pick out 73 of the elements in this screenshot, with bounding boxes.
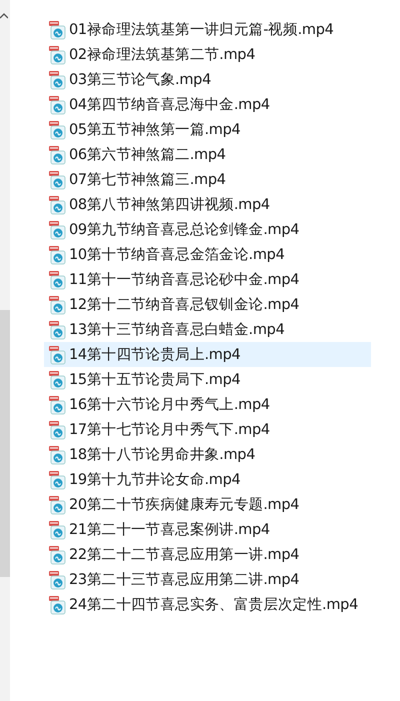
file-item[interactable]: 13第十三节纳音喜忌白蜡金.mp4 [44,317,291,342]
video-file-icon [48,120,66,140]
file-item[interactable]: 03第三节论气象.mp4 [44,67,218,92]
video-file-icon [48,94,66,114]
file-name: 02禄命理法筑基第二节.mp4 [69,46,256,64]
video-file-icon [48,320,66,340]
file-item[interactable]: 05第五节神煞第一篇.mp4 [44,117,246,142]
file-item[interactable]: 11第十一节纳音喜忌论砂中金.mp4 [44,267,306,292]
file-name: 06第六节神煞篇二.mp4 [69,146,226,164]
file-item[interactable]: 14第十四节论贵局上.mp4 [44,342,371,367]
file-name: 23第二十三节喜忌应用第二讲.mp4 [69,570,300,589]
file-item[interactable]: 04第四节纳音喜忌海中金.mp4 [44,92,276,117]
file-item[interactable]: 24第二十四节喜忌实务、富贵层次定性.mp4 [44,592,364,617]
video-file-icon [48,370,66,390]
video-file-icon [48,344,66,364]
video-file-icon [48,520,66,540]
file-name: 11第十一节纳音喜忌论砂中金.mp4 [69,270,300,289]
file-item[interactable]: 16第十六节论月中秀气上.mp4 [44,392,276,417]
video-file-icon [48,270,66,290]
video-file-icon [48,294,66,314]
video-file-icon [48,194,66,214]
file-item[interactable]: 01禄命理法筑基第一讲归元篇-视频.mp4 [44,17,340,42]
file-name: 09第九节纳音喜忌总论剑锋金.mp4 [69,220,300,239]
video-file-icon [48,570,66,590]
file-item[interactable]: 12第十二节纳音喜忌钗钏金论.mp4 [44,292,306,317]
file-name: 22第二十二节喜忌应用第一讲.mp4 [69,546,300,564]
video-file-icon [48,544,66,564]
file-item[interactable]: 15第十五节论贵局下.mp4 [44,367,246,392]
video-file-icon [48,44,66,64]
file-name: 18第十八节论男命井象.mp4 [69,446,256,464]
video-file-icon [48,220,66,240]
file-item[interactable]: 18第十八节论男命井象.mp4 [44,442,262,467]
video-file-icon [48,394,66,414]
file-name: 12第十二节纳音喜忌钗钏金论.mp4 [69,296,300,314]
file-name: 20第二十节疾病健康寿元专题.mp4 [69,496,300,514]
file-name: 21第二十一节喜忌案例讲.mp4 [69,520,270,539]
file-item[interactable]: 07第七节神煞篇三.mp4 [44,167,232,192]
video-file-icon [48,20,66,40]
file-name: 10第十节纳音喜忌金箔金论.mp4 [69,246,285,264]
file-name: 17第十七节论月中秀气下.mp4 [69,421,270,439]
file-item[interactable]: 09第九节纳音喜忌总论剑锋金.mp4 [44,217,306,242]
video-file-icon [48,444,66,464]
scrollbar-thumb[interactable] [0,310,10,577]
file-item[interactable]: 23第二十三节喜忌应用第二讲.mp4 [44,567,306,592]
file-item[interactable]: 22第二十二节喜忌应用第一讲.mp4 [44,542,306,567]
file-name: 03第三节论气象.mp4 [69,71,212,89]
file-item[interactable]: 10第十节纳音喜忌金箔金论.mp4 [44,242,291,267]
video-file-icon [48,70,66,90]
file-item[interactable]: 19第十九节井论女命.mp4 [44,467,246,492]
video-file-icon [48,470,66,490]
file-item[interactable]: 20第二十节疾病健康寿元专题.mp4 [44,492,306,517]
file-name: 13第十三节纳音喜忌白蜡金.mp4 [69,320,285,339]
file-name: 24第二十四节喜忌实务、富贵层次定性.mp4 [69,596,358,614]
file-name: 04第四节纳音喜忌海中金.mp4 [69,96,270,114]
video-file-icon [48,494,66,514]
file-name: 05第五节神煞第一篇.mp4 [69,121,240,139]
video-file-icon [48,170,66,190]
file-name: 08第八节神煞第四讲视频.mp4 [69,196,270,214]
file-name: 16第十六节论月中秀气上.mp4 [69,396,270,414]
file-item[interactable]: 21第二十一节喜忌案例讲.mp4 [44,517,276,542]
file-item[interactable]: 06第六节神煞篇二.mp4 [44,142,232,167]
file-item[interactable]: 02禄命理法筑基第二节.mp4 [44,42,262,67]
file-item[interactable]: 17第十七节论月中秀气下.mp4 [44,417,276,442]
file-name: 07第七节神煞篇三.mp4 [69,171,226,189]
video-file-icon [48,420,66,440]
file-name: 15第十五节论贵局下.mp4 [69,371,240,389]
file-name: 01禄命理法筑基第一讲归元篇-视频.mp4 [69,21,334,39]
file-item[interactable]: 08第八节神煞第四讲视频.mp4 [44,192,276,217]
video-file-icon [48,594,66,614]
video-file-icon [48,144,66,164]
file-name: 19第十九节井论女命.mp4 [69,471,240,489]
video-file-icon [48,244,66,264]
file-name: 14第十四节论贵局上.mp4 [69,346,240,364]
